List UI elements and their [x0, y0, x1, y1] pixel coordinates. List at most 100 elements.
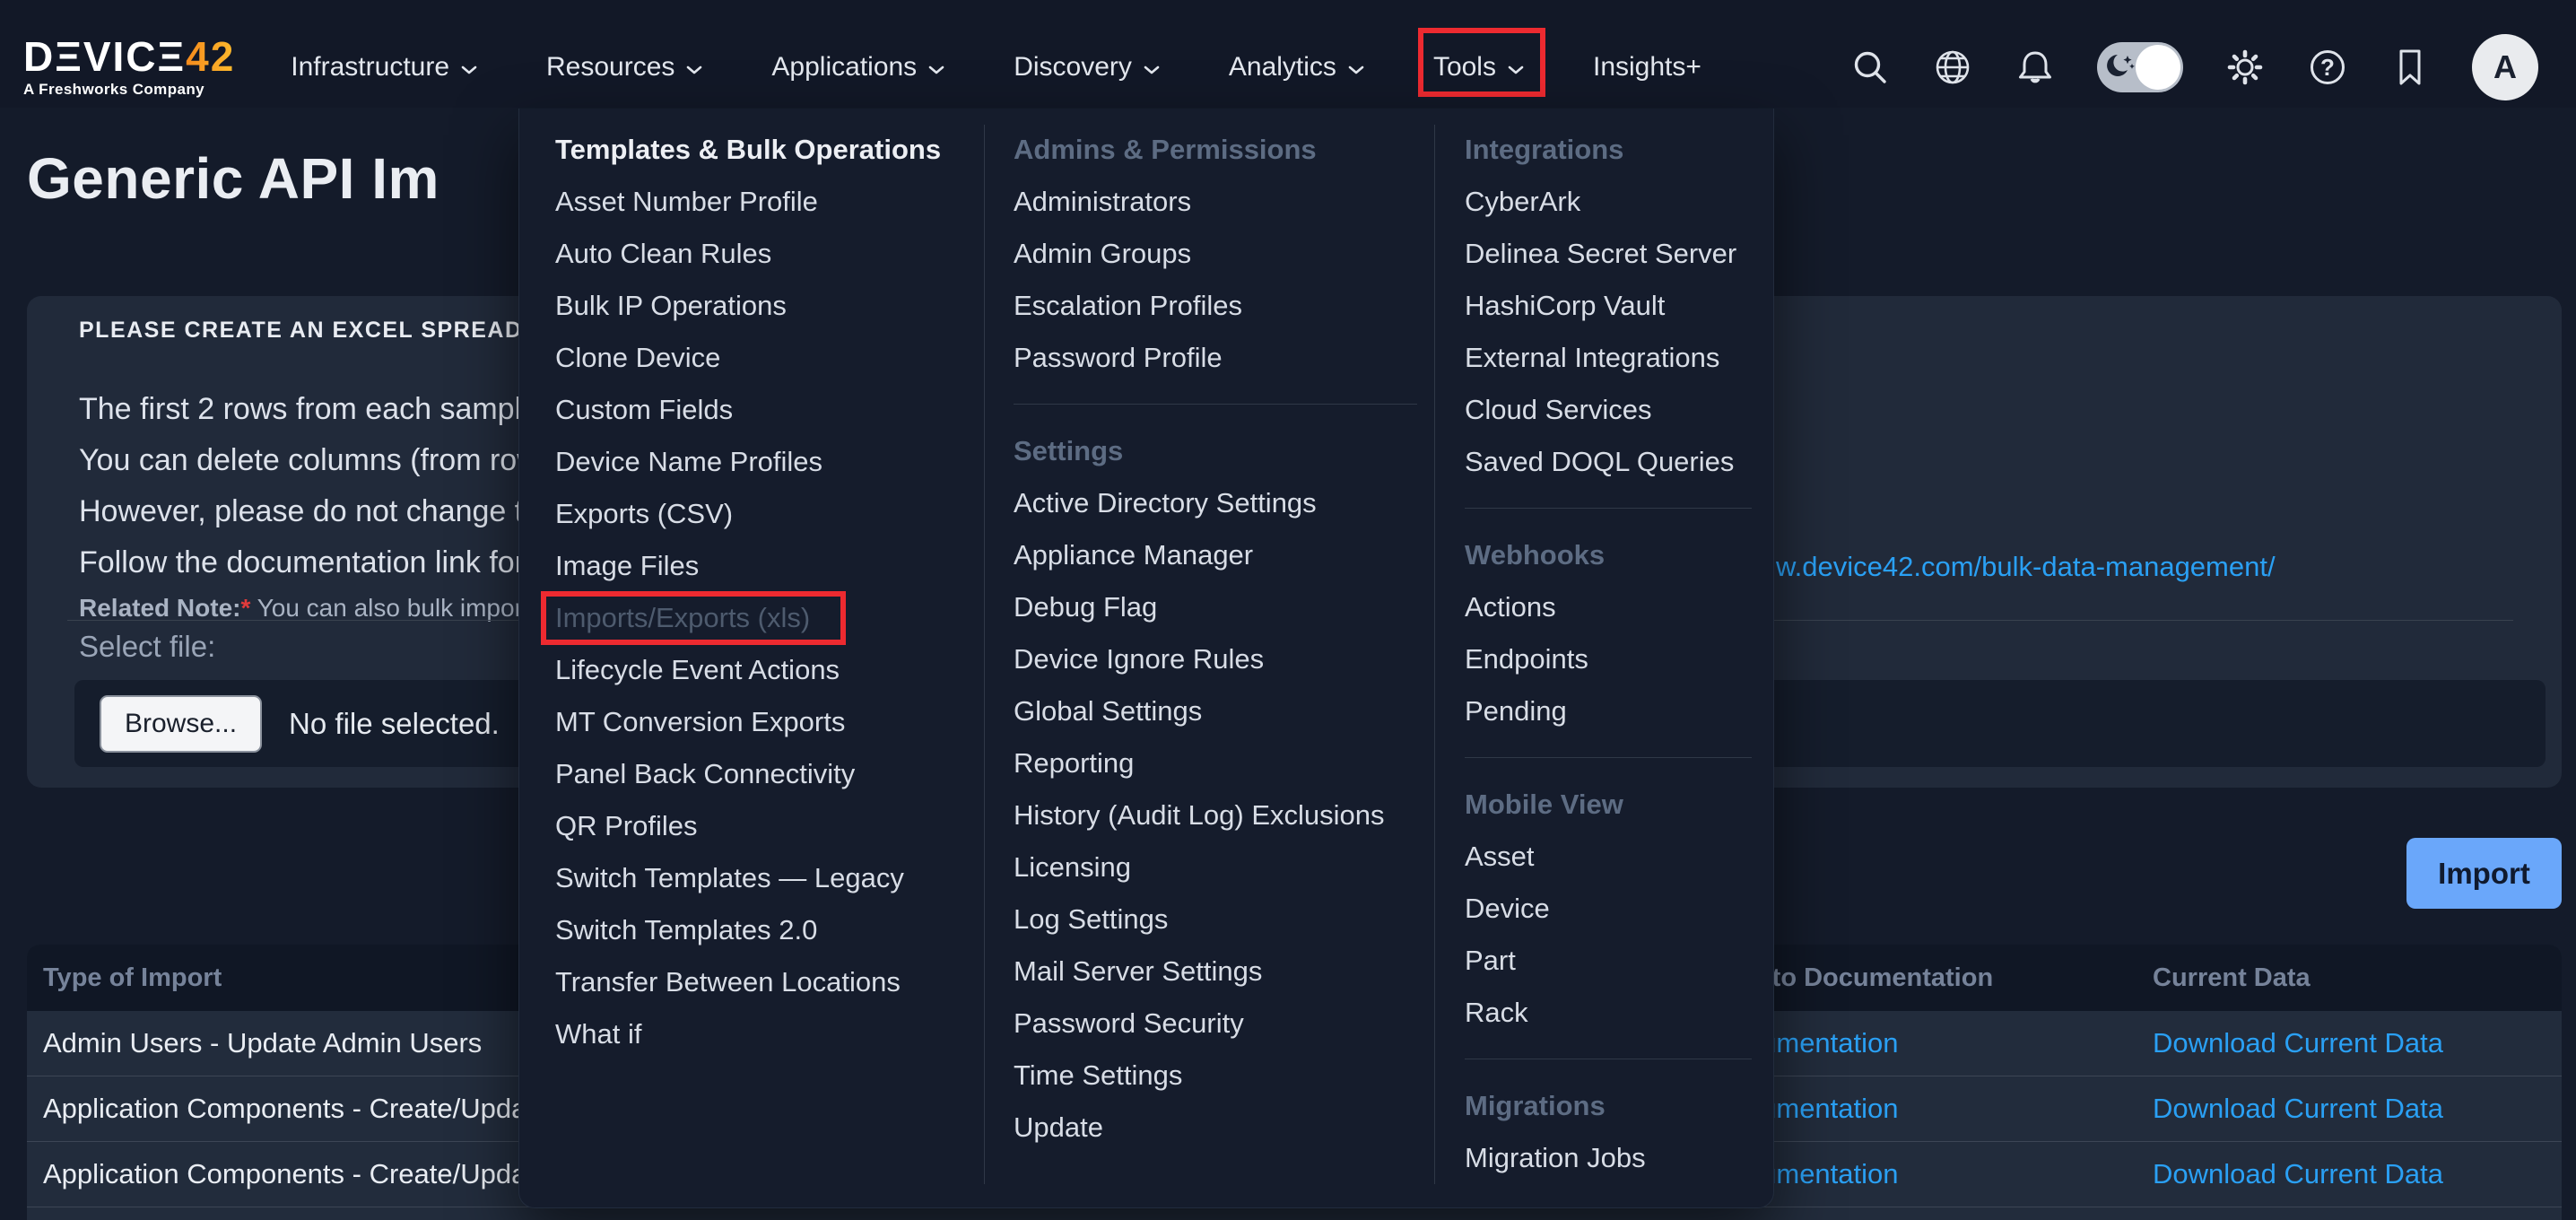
- menu-item-label: HashiCorp Vault: [1465, 290, 1665, 322]
- menu-group-header-templates-bulk-operations: Templates & Bulk Operations: [555, 124, 973, 176]
- menu-item-custom-fields[interactable]: Custom Fields: [555, 384, 973, 436]
- menu-item-switch-templates-legacy[interactable]: Switch Templates — Legacy: [555, 852, 973, 904]
- menu-item-device[interactable]: Device: [1465, 883, 1757, 935]
- main-nav: Infrastructure Resources Applications Disco…: [291, 52, 1701, 83]
- menu-group-header-settings: Settings: [1014, 425, 1423, 477]
- theme-toggle[interactable]: [2097, 42, 2183, 92]
- menu-item-switch-templates-2-0[interactable]: Switch Templates 2.0: [555, 904, 973, 956]
- import-button[interactable]: Import: [2406, 838, 2562, 909]
- logo-wordmark: DΞVICΞ42: [23, 36, 235, 77]
- menu-item-administrators[interactable]: Administrators: [1014, 176, 1423, 228]
- menu-item-global-settings[interactable]: Global Settings: [1014, 685, 1423, 737]
- instruction-line: However, please do not change th: [79, 486, 540, 537]
- menu-item-label: Delinea Secret Server: [1465, 238, 1736, 270]
- menu-item-asset[interactable]: Asset: [1465, 831, 1757, 883]
- bookmark-icon[interactable]: [2389, 47, 2431, 88]
- chevron-down-icon: [1143, 52, 1161, 83]
- menu-item-label: Log Settings: [1014, 903, 1168, 936]
- menu-item-clone-device[interactable]: Clone Device: [555, 332, 973, 384]
- menu-column-integrations: IntegrationsCyberArkDelinea Secret Serve…: [1465, 124, 1757, 1184]
- menu-item-label: Image Files: [555, 550, 699, 582]
- instruction-line: Follow the documentation link for: [79, 537, 540, 588]
- nav-item-tools[interactable]: Tools: [1433, 52, 1525, 83]
- menu-item-delinea-secret-server[interactable]: Delinea Secret Server: [1465, 228, 1757, 280]
- nav-item-discovery[interactable]: Discovery: [1014, 52, 1161, 83]
- menu-item-panel-back-connectivity[interactable]: Panel Back Connectivity: [555, 748, 973, 800]
- menu-item-saved-doql-queries[interactable]: Saved DOQL Queries: [1465, 436, 1757, 488]
- download-current-data-link[interactable]: Download Current Data: [2153, 1027, 2443, 1059]
- globe-icon[interactable]: [1932, 47, 1973, 88]
- nav-item-analytics[interactable]: Analytics: [1229, 52, 1365, 83]
- menu-item-time-settings[interactable]: Time Settings: [1014, 1050, 1423, 1102]
- menu-item-label: Saved DOQL Queries: [1465, 446, 1734, 478]
- avatar[interactable]: A: [2472, 34, 2538, 100]
- menu-item-actions[interactable]: Actions: [1465, 581, 1757, 633]
- menu-item-licensing[interactable]: Licensing: [1014, 841, 1423, 893]
- menu-item-hashicorp-vault[interactable]: HashiCorp Vault: [1465, 280, 1757, 332]
- menu-item-imports-exports-xls[interactable]: Imports/Exports (xls): [555, 592, 973, 644]
- menu-item-label: Clone Device: [555, 342, 720, 374]
- nav-item-infrastructure[interactable]: Infrastructure: [291, 52, 478, 83]
- menu-item-pending[interactable]: Pending: [1465, 685, 1757, 737]
- menu-item-password-security[interactable]: Password Security: [1014, 998, 1423, 1050]
- menu-item-image-files[interactable]: Image Files: [555, 540, 973, 592]
- related-note-label: Related Note:: [79, 594, 240, 622]
- menu-item-cloud-services[interactable]: Cloud Services: [1465, 384, 1757, 436]
- menu-item-part[interactable]: Part: [1465, 935, 1757, 987]
- menu-item-mt-conversion-exports[interactable]: MT Conversion Exports: [555, 696, 973, 748]
- chevron-down-icon: [1347, 52, 1365, 83]
- download-current-data-link[interactable]: Download Current Data: [2153, 1093, 2443, 1124]
- menu-item-migration-jobs[interactable]: Migration Jobs: [1465, 1132, 1757, 1184]
- browse-button[interactable]: Browse...: [100, 695, 262, 753]
- menu-group-header-mobile-view: Mobile View: [1465, 779, 1757, 831]
- menu-item-password-profile[interactable]: Password Profile: [1014, 332, 1423, 384]
- menu-item-lifecycle-event-actions[interactable]: Lifecycle Event Actions: [555, 644, 973, 696]
- settings-gear-icon[interactable]: [2224, 47, 2266, 88]
- instruction-line: You can delete columns (from row: [79, 435, 540, 486]
- menu-item-log-settings[interactable]: Log Settings: [1014, 893, 1423, 946]
- nav-item-applications[interactable]: Applications: [771, 52, 945, 83]
- menu-group-divider: [1014, 384, 1423, 425]
- menu-item-escalation-profiles[interactable]: Escalation Profiles: [1014, 280, 1423, 332]
- menu-item-device-name-profiles[interactable]: Device Name Profiles: [555, 436, 973, 488]
- menu-item-transfer-between-locations[interactable]: Transfer Between Locations: [555, 956, 973, 1008]
- menu-vertical-divider-2: [1434, 125, 1435, 1184]
- required-asterisk: *: [240, 594, 250, 622]
- menu-item-label: Debug Flag: [1014, 591, 1157, 623]
- menu-item-reporting[interactable]: Reporting: [1014, 737, 1423, 789]
- nav-item-resources[interactable]: Resources: [546, 52, 703, 83]
- menu-item-appliance-manager[interactable]: Appliance Manager: [1014, 529, 1423, 581]
- menu-item-label: Rack: [1465, 997, 1528, 1029]
- menu-item-exports-csv[interactable]: Exports (CSV): [555, 488, 973, 540]
- menu-item-cyberark[interactable]: CyberArk: [1465, 176, 1757, 228]
- menu-item-qr-profiles[interactable]: QR Profiles: [555, 800, 973, 852]
- toggle-knob: [2136, 45, 2180, 90]
- menu-item-asset-number-profile[interactable]: Asset Number Profile: [555, 176, 973, 228]
- menu-item-active-directory-settings[interactable]: Active Directory Settings: [1014, 477, 1423, 529]
- menu-item-what-if[interactable]: What if: [555, 1008, 973, 1060]
- download-current-data-link[interactable]: Download Current Data: [2153, 1158, 2443, 1190]
- menu-item-admin-groups[interactable]: Admin Groups: [1014, 228, 1423, 280]
- menu-item-rack[interactable]: Rack: [1465, 987, 1757, 1039]
- menu-item-device-ignore-rules[interactable]: Device Ignore Rules: [1014, 633, 1423, 685]
- menu-item-endpoints[interactable]: Endpoints: [1465, 633, 1757, 685]
- device42-logo[interactable]: DΞVICΞ42 A Freshworks Company: [23, 36, 235, 99]
- help-icon[interactable]: ?: [2307, 47, 2348, 88]
- menu-item-mail-server-settings[interactable]: Mail Server Settings: [1014, 946, 1423, 998]
- nav-item-insights+[interactable]: Insights+: [1593, 52, 1701, 83]
- menu-item-label: Lifecycle Event Actions: [555, 654, 840, 686]
- nav-item-label: Applications: [771, 52, 917, 83]
- menu-item-bulk-ip-operations[interactable]: Bulk IP Operations: [555, 280, 973, 332]
- search-icon[interactable]: [1849, 47, 1891, 88]
- menu-item-debug-flag[interactable]: Debug Flag: [1014, 581, 1423, 633]
- menu-item-label: Bulk IP Operations: [555, 290, 787, 322]
- notifications-bell-icon[interactable]: [2015, 47, 2056, 88]
- menu-item-label: Asset: [1465, 841, 1535, 873]
- menu-item-history-audit-log-exclusions[interactable]: History (Audit Log) Exclusions: [1014, 789, 1423, 841]
- bulk-data-management-link[interactable]: w.device42.com/bulk-data-management/: [1776, 551, 2276, 583]
- chevron-down-icon: [1507, 52, 1525, 83]
- menu-item-update[interactable]: Update: [1014, 1102, 1423, 1154]
- menu-item-external-integrations[interactable]: External Integrations: [1465, 332, 1757, 384]
- menu-item-auto-clean-rules[interactable]: Auto Clean Rules: [555, 228, 973, 280]
- no-file-selected-text: No file selected.: [289, 707, 500, 741]
